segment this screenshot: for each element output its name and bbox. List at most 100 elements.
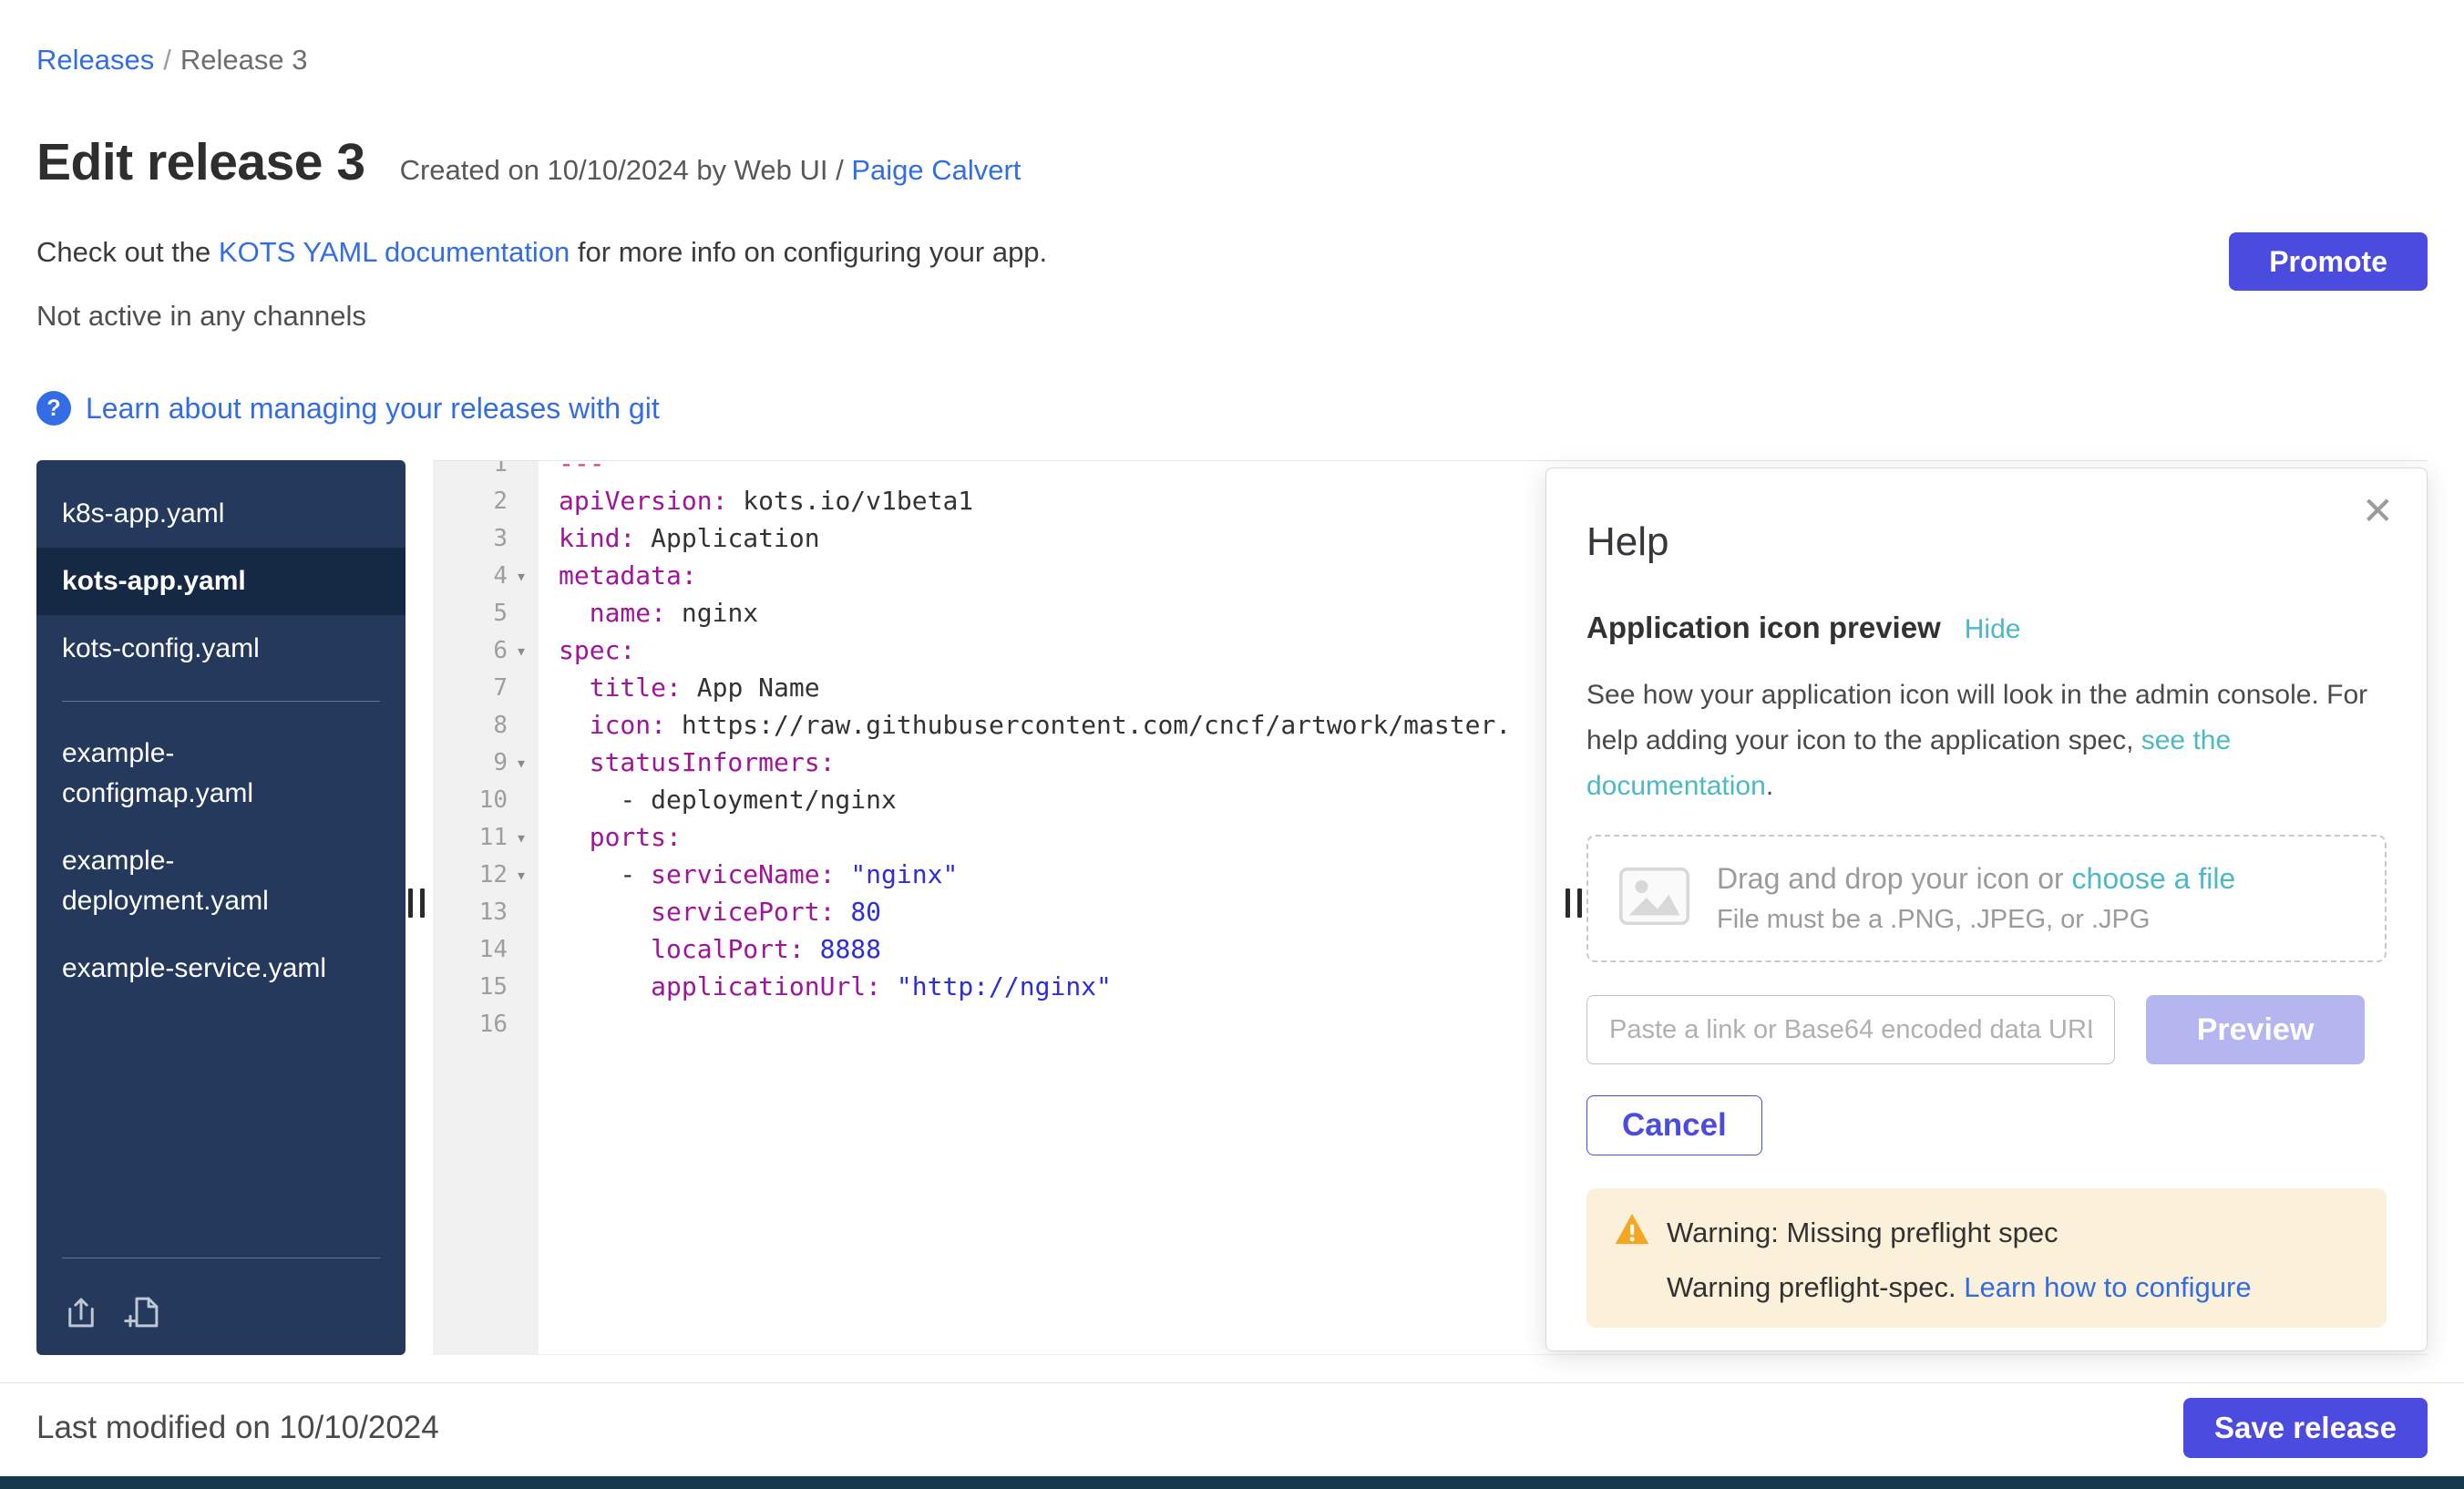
help-panel: ✕ Help Application icon preview Hide See… <box>1545 467 2428 1351</box>
icon-url-input[interactable] <box>1586 995 2115 1064</box>
sidebar-spacer <box>36 1002 406 1239</box>
page-title: Edit release 3 <box>36 133 365 191</box>
gutter-line: 2 <box>433 482 539 519</box>
line-number: 10 <box>479 786 508 814</box>
last-modified: Last modified on 10/10/2024 <box>36 1410 439 1446</box>
file-item[interactable]: example-service.yaml <box>36 935 379 1002</box>
file-list-bottom: example-configmap.yamlexample-deployment… <box>36 720 406 1002</box>
line-number: 3 <box>493 525 508 552</box>
file-list-top: k8s-app.yamlkots-app.yamlkots-config.yam… <box>36 480 406 683</box>
line-number: 7 <box>493 674 508 702</box>
file-item[interactable]: example-deployment.yaml <box>36 827 379 935</box>
hide-link[interactable]: Hide <box>1965 614 2021 645</box>
breadcrumb-releases-link[interactable]: Releases <box>36 44 154 76</box>
editor-gutter: 1234▾56▾789▾1011▾12▾13141516 <box>433 461 539 1354</box>
line-number: 16 <box>479 1011 508 1038</box>
file-list-divider <box>62 701 380 702</box>
fold-caret-icon[interactable]: ▾ <box>508 864 535 886</box>
gutter-line: 11▾ <box>433 818 539 856</box>
git-help-row: ? Learn about managing your releases wit… <box>36 386 2428 430</box>
sidebar-resize-handle[interactable] <box>408 888 425 918</box>
gutter-line: 7 <box>433 669 539 706</box>
image-placeholder-icon <box>1619 868 1689 929</box>
icon-url-row: Preview <box>1586 995 2387 1064</box>
created-by-link[interactable]: Paige Calvert <box>851 154 1021 186</box>
gutter-line: 14 <box>433 930 539 968</box>
icon-dropzone[interactable]: Drag and drop your icon or choose a file… <box>1586 835 2387 962</box>
promote-button[interactable]: Promote <box>2229 232 2428 291</box>
gutter-line: 9▾ <box>433 744 539 781</box>
gutter-line: 15 <box>433 968 539 1005</box>
edit-release-page: Releases / Release 3 Edit release 3 Create… <box>0 0 2464 1489</box>
line-number: 2 <box>493 488 508 515</box>
gutter-line: 1 <box>433 460 539 482</box>
warning-title: Warning: Missing preflight spec <box>1667 1217 2058 1249</box>
breadcrumb: Releases / Release 3 <box>36 0 2428 78</box>
gutter-line: 6▾ <box>433 632 539 669</box>
breadcrumb-current: Release 3 <box>180 44 308 76</box>
dropzone-text: Drag and drop your icon or choose a file… <box>1717 862 2235 935</box>
channel-status: Not active in any channels <box>36 296 1047 336</box>
description-text: See how your application icon will look … <box>1586 680 2367 755</box>
icon-preview-title: Application icon preview <box>1586 611 1941 645</box>
gutter-line: 3 <box>433 519 539 557</box>
cancel-button[interactable]: Cancel <box>1586 1095 1762 1155</box>
doc-line-suffix: for more info on configuring your app. <box>570 236 1047 268</box>
help-panel-resize-handle[interactable] <box>1566 888 1582 918</box>
fold-caret-icon[interactable]: ▾ <box>508 752 535 774</box>
gutter-line: 10 <box>433 781 539 818</box>
dropzone-instruction: Drag and drop your icon or choose a file <box>1717 862 2235 896</box>
editor-workspace: k8s-app.yamlkots-app.yamlkots-config.yam… <box>36 460 2428 1355</box>
drop-text: Drag and drop your icon or <box>1717 862 2072 895</box>
warning-icon <box>1614 1212 1650 1253</box>
save-release-button[interactable]: Save release <box>2183 1398 2428 1458</box>
git-releases-link[interactable]: Learn about managing your releases with … <box>86 392 660 426</box>
bottom-bar <box>0 1476 2464 1489</box>
close-icon[interactable]: ✕ <box>2362 492 2394 530</box>
doc-line: Check out the KOTS YAML documentation fo… <box>36 232 1047 272</box>
editor-gutter-lines: 1234▾56▾789▾1011▾12▾13141516 <box>433 460 539 1042</box>
kots-yaml-doc-link[interactable]: KOTS YAML documentation <box>219 236 570 268</box>
import-file-icon[interactable] <box>62 1293 100 1331</box>
line-number: 4 <box>493 562 508 590</box>
info-row: Check out the KOTS YAML documentation fo… <box>36 232 2428 336</box>
file-item[interactable]: kots-config.yaml <box>36 615 379 683</box>
line-number: 5 <box>493 600 508 627</box>
gutter-line: 4▾ <box>433 557 539 594</box>
line-number: 11 <box>479 824 508 851</box>
preflight-warning: Warning: Missing preflight spec Warning … <box>1586 1188 2387 1328</box>
file-item[interactable]: kots-app.yaml <box>36 548 406 615</box>
sidebar-actions <box>36 1277 406 1355</box>
line-number: 13 <box>479 899 508 926</box>
footer: Last modified on 10/10/2024 Save release <box>36 1398 2428 1458</box>
info-left: Check out the KOTS YAML documentation fo… <box>36 232 1047 336</box>
breadcrumb-separator: / <box>163 44 171 76</box>
file-sidebar: k8s-app.yamlkots-app.yamlkots-config.yam… <box>36 460 406 1355</box>
new-file-icon[interactable] <box>124 1293 162 1331</box>
fold-caret-icon[interactable]: ▾ <box>508 565 535 587</box>
choose-file-link[interactable]: choose a file <box>2072 862 2236 895</box>
file-item[interactable]: k8s-app.yaml <box>36 480 379 548</box>
gutter-line: 12▾ <box>433 856 539 893</box>
line-number: 1 <box>493 460 508 478</box>
description-suffix: . <box>1766 771 1773 801</box>
icon-preview-description: See how your application icon will look … <box>1586 673 2387 809</box>
fold-caret-icon[interactable]: ▾ <box>508 640 535 662</box>
line-number: 15 <box>479 973 508 1001</box>
file-type-hint: File must be a .PNG, .JPEG, or .JPG <box>1717 905 2235 935</box>
line-number: 8 <box>493 712 508 739</box>
file-item[interactable]: example-configmap.yaml <box>36 720 379 827</box>
help-title: Help <box>1586 519 2387 565</box>
gutter-line: 8 <box>433 706 539 744</box>
icon-preview-header: Application icon preview Hide <box>1586 611 2387 645</box>
gutter-line: 16 <box>433 1005 539 1042</box>
fold-caret-icon[interactable]: ▾ <box>508 827 535 848</box>
warning-detail: Warning preflight-spec. Learn how to con… <box>1614 1271 2359 1304</box>
gutter-line: 13 <box>433 893 539 930</box>
footer-divider <box>0 1382 2464 1383</box>
warning-header: Warning: Missing preflight spec <box>1614 1212 2359 1253</box>
title-row: Edit release 3 Created on 10/10/2024 by … <box>36 133 2428 191</box>
preview-button[interactable]: Preview <box>2146 995 2365 1064</box>
line-number: 6 <box>493 637 508 664</box>
learn-configure-link[interactable]: Learn how to configure <box>1964 1271 2251 1303</box>
